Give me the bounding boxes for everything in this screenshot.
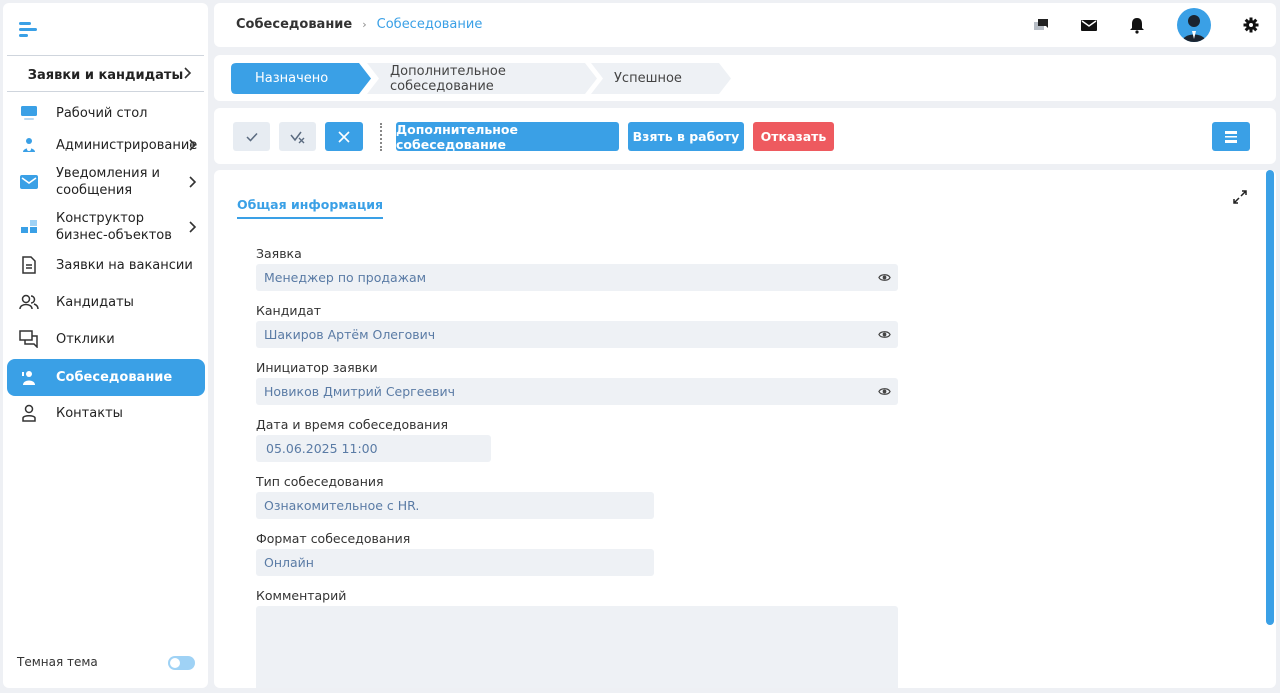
request-value: Менеджер по продажам	[264, 270, 427, 285]
sidebar-item-constructor[interactable]: Конструктор бизнес-объектов	[7, 208, 205, 246]
breadcrumb-root[interactable]: Собеседование	[236, 17, 352, 32]
sidebar-item-label: Администрирование	[56, 137, 198, 153]
user-avatar-icon	[1182, 15, 1206, 42]
eye-icon[interactable]	[878, 271, 891, 284]
blocks-icon	[19, 217, 39, 237]
breadcrumb: Собеседование › Собеседование	[236, 17, 482, 32]
users-icon	[19, 292, 39, 312]
tab-general-info[interactable]: Общая информация	[237, 197, 384, 219]
breadcrumb-current[interactable]: Собеседование	[377, 17, 483, 32]
chat-bubbles-icon[interactable]	[1032, 16, 1050, 34]
divider	[7, 91, 204, 92]
field-label-candidate: Кандидат	[256, 303, 322, 318]
section-title: Заявки и кандидаты	[27, 67, 184, 83]
candidate-value: Шакиров Артём Олегович	[264, 327, 436, 342]
request-field[interactable]: Менеджер по продажам	[256, 264, 898, 291]
extra-interview-button[interactable]: Дополнительное собеседование	[396, 122, 619, 152]
interview-form-card: Общая информация Заявка Менеджер по прод…	[214, 170, 1276, 688]
sidebar-item-label: Кандидаты	[56, 294, 134, 310]
field-label-datetime: Дата и время собеседования	[256, 417, 448, 432]
bell-icon[interactable]	[1128, 16, 1146, 34]
eye-icon[interactable]	[878, 328, 891, 341]
candidate-field[interactable]: Шакиров Артём Олегович	[256, 321, 898, 348]
mail-icon[interactable]	[1080, 16, 1098, 34]
menu-toggle-icon[interactable]	[19, 21, 41, 39]
stage-label: Дополнительное собеседование	[390, 63, 506, 94]
sidebar-item-label: Уведомления и сообщения	[56, 166, 160, 198]
stage-label: Успешное	[614, 71, 682, 86]
chevron-right-icon	[184, 67, 192, 79]
stage-label: Назначено	[255, 71, 329, 86]
toolbar-separator	[380, 123, 382, 151]
interview-icon	[19, 368, 39, 388]
scrollbar[interactable]	[1266, 170, 1274, 625]
more-actions-button[interactable]	[1212, 122, 1250, 151]
initiator-value: Новиков Дмитрий Сергеевич	[264, 384, 456, 399]
field-label-request: Заявка	[256, 246, 302, 261]
sidebar-item-interview[interactable]: Собеседование	[7, 359, 205, 396]
check-icon	[245, 132, 258, 142]
avatar[interactable]	[1177, 8, 1211, 42]
sidebar-item-label: Рабочий стол	[56, 105, 148, 121]
stage-additional-interview[interactable]: Дополнительное собеседование	[367, 63, 597, 94]
contact-icon	[19, 403, 39, 423]
divider	[7, 55, 204, 56]
gear-icon[interactable]	[1242, 16, 1260, 34]
toggle-knob	[170, 658, 180, 668]
breadcrumb-separator: ›	[362, 18, 367, 31]
close-icon	[338, 130, 350, 143]
sidebar-item-candidates[interactable]: Кандидаты	[7, 288, 205, 316]
stage-progress-bar: Назначено Дополнительное собеседование У…	[214, 55, 1276, 101]
chevron-right-icon	[189, 176, 197, 188]
comment-textarea[interactable]	[256, 606, 898, 688]
list-icon	[1225, 130, 1237, 143]
chevron-right-icon	[189, 139, 197, 151]
expand-icon[interactable]	[1232, 189, 1248, 205]
sidebar-item-label: Контакты	[56, 405, 123, 421]
mail-icon	[19, 172, 39, 192]
take-to-work-button[interactable]: Взять в работу	[628, 122, 744, 151]
dark-theme-label: Темная тема	[17, 655, 98, 669]
datetime-field[interactable]: 05.06.2025 11:00	[256, 435, 491, 462]
stage-successful[interactable]: Успешное	[591, 63, 731, 94]
sidebar-item-label: Конструктор бизнес-объектов	[56, 211, 172, 243]
initiator-field[interactable]: Новиков Дмитрий Сергеевич	[256, 378, 898, 405]
admin-icon	[19, 135, 39, 155]
sidebar-item-label: Собеседование	[56, 370, 173, 385]
field-label-type: Тип собеседования	[256, 474, 384, 489]
sidebar-item-notifications[interactable]: Уведомления и сообщения	[7, 163, 205, 201]
field-label-comment: Комментарий	[256, 588, 347, 603]
chat-icon	[19, 329, 39, 349]
check-cancel-icon	[289, 131, 304, 143]
field-label-format: Формат собеседования	[256, 531, 411, 546]
monitor-icon	[19, 103, 39, 123]
dark-theme-toggle[interactable]	[168, 656, 195, 670]
interview-format-value: Онлайн	[264, 555, 314, 570]
sidebar-section-header[interactable]: Заявки и кандидаты	[7, 58, 204, 92]
document-icon	[19, 255, 39, 275]
chevron-right-icon	[189, 221, 197, 233]
field-label-initiator: Инициатор заявки	[256, 360, 378, 375]
sidebar: Заявки и кандидаты Рабочий стол Админист…	[3, 3, 208, 688]
reject-button[interactable]: Отказать	[753, 122, 834, 151]
interview-type-value: Ознакомительное с HR.	[264, 498, 420, 513]
eye-icon[interactable]	[878, 385, 891, 398]
confirm-partial-button[interactable]	[279, 122, 316, 151]
confirm-button[interactable]	[233, 122, 270, 151]
sidebar-item-desktop[interactable]: Рабочий стол	[7, 99, 205, 127]
stage-assigned[interactable]: Назначено	[231, 63, 371, 94]
sidebar-item-label: Заявки на вакансии	[56, 257, 193, 273]
interview-format-field[interactable]: Онлайн	[256, 549, 654, 576]
action-toolbar: Дополнительное собеседование Взять в раб…	[214, 108, 1276, 164]
cancel-button[interactable]	[325, 122, 363, 151]
header: Собеседование › Собеседование	[214, 3, 1276, 47]
sidebar-item-contacts[interactable]: Контакты	[7, 399, 205, 427]
sidebar-item-admin[interactable]: Администрирование	[7, 131, 205, 159]
sidebar-item-vacancies[interactable]: Заявки на вакансии	[7, 251, 205, 279]
datetime-value: 05.06.2025 11:00	[266, 441, 378, 456]
sidebar-item-responses[interactable]: Отклики	[7, 325, 205, 353]
sidebar-item-label: Отклики	[56, 331, 115, 347]
interview-type-field[interactable]: Ознакомительное с HR.	[256, 492, 654, 519]
